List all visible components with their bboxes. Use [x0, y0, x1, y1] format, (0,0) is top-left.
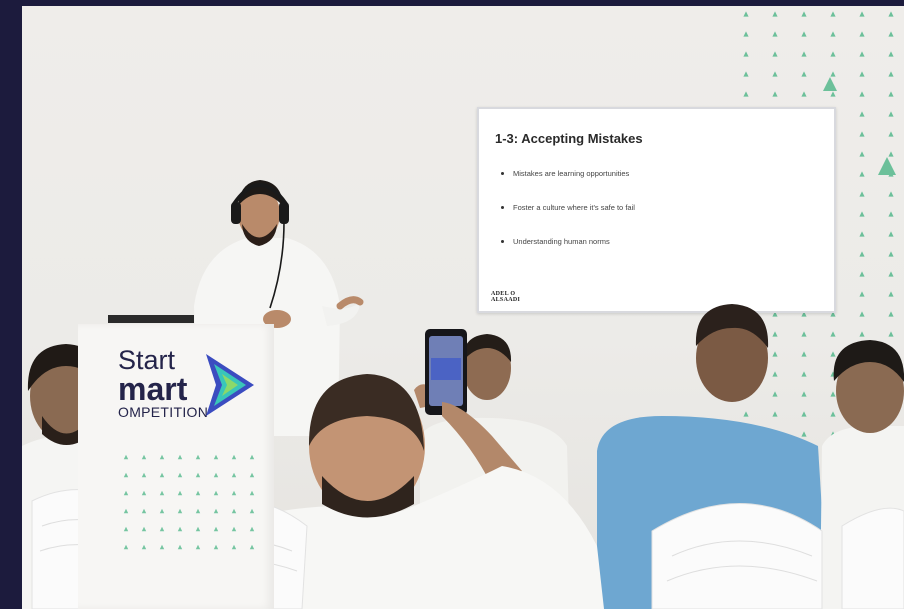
podium-triangle [141, 454, 147, 460]
podium-triangle [249, 544, 255, 550]
laptop [108, 315, 194, 323]
podium-triangle [123, 508, 129, 514]
podium-triangle [249, 472, 255, 478]
podium-triangle [249, 526, 255, 532]
podium-triangle [231, 526, 237, 532]
podium-triangle [141, 472, 147, 478]
podium-triangle [177, 454, 183, 460]
podium-triangle [195, 526, 201, 532]
podium-triangle [231, 544, 237, 550]
podium-triangle [213, 490, 219, 496]
podium-triangle [213, 508, 219, 514]
podium-triangle [159, 472, 165, 478]
podium-triangle [231, 490, 237, 496]
podium-triangle [177, 472, 183, 478]
podium-triangle [123, 526, 129, 532]
podium: Start mart OMPETITION [78, 324, 274, 609]
podium-triangle [123, 472, 129, 478]
podium-triangle [195, 472, 201, 478]
podium-triangle [141, 508, 147, 514]
podium-triangle [213, 472, 219, 478]
podium-triangle [159, 526, 165, 532]
podium-triangle [141, 544, 147, 550]
podium-triangle [177, 490, 183, 496]
podium-triangle [249, 490, 255, 496]
podium-triangle [195, 454, 201, 460]
podium-triangle [249, 454, 255, 460]
podium-triangle-pattern [123, 454, 255, 550]
podium-triangle [159, 544, 165, 550]
podium-triangle [177, 544, 183, 550]
podium-triangle [123, 544, 129, 550]
event-photo: 1-3: Accepting Mistakes Mistakes are lea… [22, 6, 904, 609]
podium-triangle [231, 508, 237, 514]
podium-triangle [159, 454, 165, 460]
podium-triangle [123, 490, 129, 496]
podium-triangle [213, 454, 219, 460]
podium-triangle [159, 490, 165, 496]
podium-triangle [231, 472, 237, 478]
podium-triangle [231, 454, 237, 460]
podium-triangle [141, 490, 147, 496]
podium-triangle [195, 508, 201, 514]
logo-arrow-icon [206, 354, 254, 416]
podium-triangle [123, 454, 129, 460]
podium-triangle [195, 490, 201, 496]
podium-triangle [249, 508, 255, 514]
podium-triangle [213, 526, 219, 532]
podium-triangle [141, 526, 147, 532]
podium-triangle [195, 544, 201, 550]
podium-triangle [213, 544, 219, 550]
podium-triangle [177, 508, 183, 514]
photo-frame: 1-3: Accepting Mistakes Mistakes are lea… [0, 0, 904, 609]
podium-triangle [159, 508, 165, 514]
podium-triangle [177, 526, 183, 532]
